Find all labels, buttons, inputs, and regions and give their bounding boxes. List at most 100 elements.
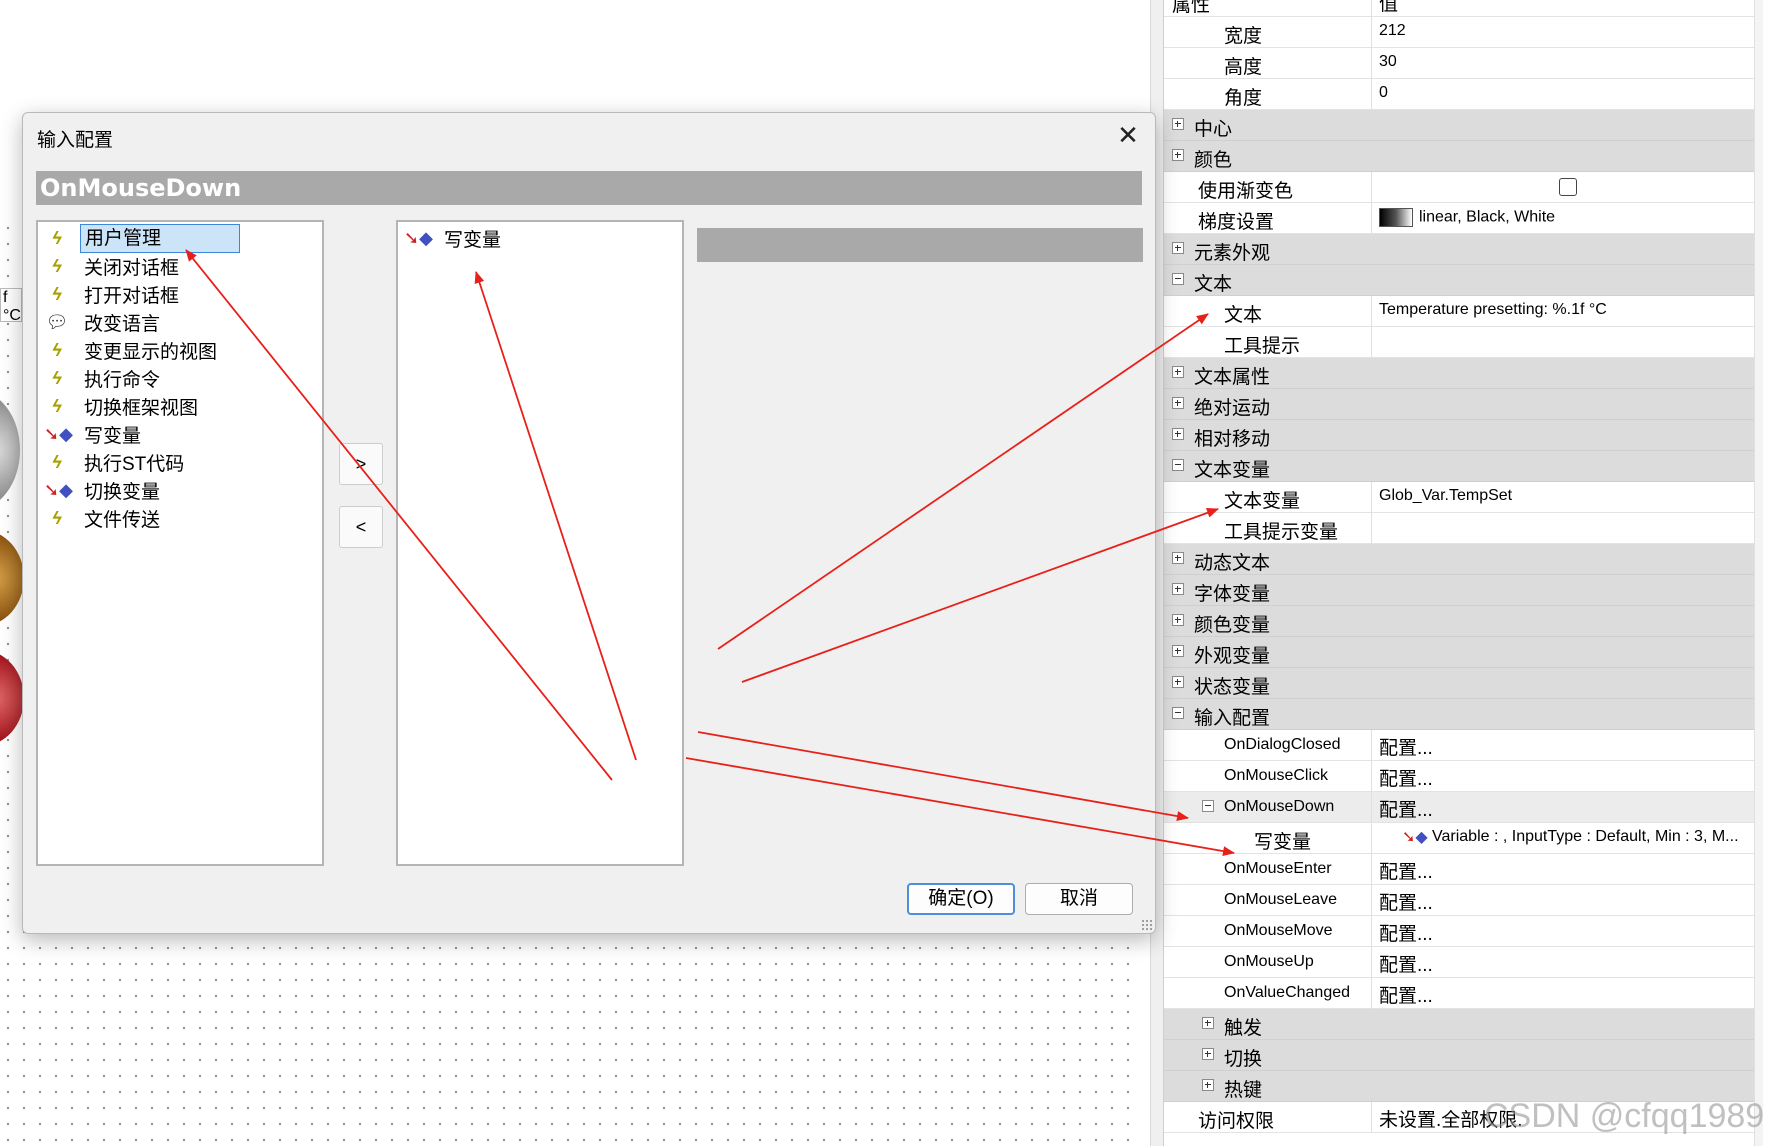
action-list-item[interactable]: ϟ 关闭对话框 (44, 252, 183, 281)
action-label: 写变量 (84, 426, 142, 447)
prop-value-write-var[interactable]: ➘◆ Variable : , InputType : Default, Min… (1371, 823, 1756, 854)
action-list-item[interactable]: 💬︎ 改变语言 (44, 308, 164, 337)
prop-row-write-var[interactable]: 写变量 ➘◆ Variable : , InputType : Default,… (1164, 823, 1756, 854)
prop-value-tooltip-var[interactable] (1371, 513, 1756, 544)
prop-row-width[interactable]: 宽度 212 (1164, 17, 1756, 48)
prop-row-use-gradient[interactable]: 使用渐变色 (1164, 172, 1756, 203)
configure-link[interactable]: 配置... (1371, 761, 1756, 792)
configure-link[interactable]: 配置... (1371, 916, 1756, 947)
prop-group-rel-move[interactable]: 相对移动 (1164, 420, 1756, 451)
configured-actions-list[interactable]: ➘◆ 写变量 (396, 220, 684, 866)
close-icon[interactable]: ✕ (1107, 117, 1149, 155)
prop-row-on-mouse-click[interactable]: OnMouseClick 配置... (1164, 761, 1756, 792)
prop-value-text-var[interactable]: Glob_Var.TempSet (1371, 482, 1756, 513)
prop-group-color-vars[interactable]: 颜色变量 (1164, 606, 1756, 637)
prop-group-toggle[interactable]: 切换 (1164, 1040, 1756, 1071)
expand-icon[interactable] (1172, 366, 1184, 378)
prop-value-height[interactable]: 30 (1371, 48, 1756, 79)
prop-row-on-mouse-leave[interactable]: OnMouseLeave 配置... (1164, 885, 1756, 916)
collapse-icon[interactable] (1172, 273, 1184, 285)
action-list-item[interactable]: ϟ 文件传送 (44, 504, 164, 533)
collapse-icon[interactable] (1202, 800, 1214, 812)
action-list-item[interactable]: ➘◆ 写变量 (404, 224, 505, 253)
prop-row-on-mouse-up[interactable]: OnMouseUp 配置... (1164, 947, 1756, 978)
expand-icon[interactable] (1172, 583, 1184, 595)
expand-icon[interactable] (1172, 552, 1184, 564)
expand-icon[interactable] (1172, 118, 1184, 130)
prop-label: 宽度 (1224, 26, 1263, 47)
prop-group-label: 元素外观 (1194, 243, 1271, 264)
prop-value-angle[interactable]: 0 (1371, 79, 1756, 110)
configure-link[interactable]: 配置... (1371, 885, 1756, 916)
action-list-item[interactable]: ϟ 打开对话框 (44, 280, 183, 309)
prop-row-on-mouse-down[interactable]: OnMouseDown 配置... (1164, 792, 1756, 823)
expand-icon[interactable] (1172, 676, 1184, 688)
canvas-text-element[interactable]: f °C (0, 288, 22, 322)
ok-button[interactable]: 确定(O) (907, 883, 1015, 915)
action-list-item[interactable]: ϟ 变更显示的视图 (44, 336, 221, 365)
prop-group-text[interactable]: 文本 (1164, 265, 1756, 296)
collapse-icon[interactable] (1172, 707, 1184, 719)
prop-group-font-vars[interactable]: 字体变量 (1164, 575, 1756, 606)
prop-row-text-var[interactable]: 文本变量 Glob_Var.TempSet (1164, 482, 1756, 513)
prop-row-text[interactable]: 文本 Temperature presetting: %.1f °C (1164, 296, 1756, 327)
use-gradient-checkbox[interactable] (1559, 178, 1577, 196)
prop-row-tooltip-var[interactable]: 工具提示变量 (1164, 513, 1756, 544)
expand-icon[interactable] (1202, 1079, 1214, 1091)
prop-group-label: 中心 (1194, 119, 1233, 140)
expand-icon[interactable] (1172, 242, 1184, 254)
add-action-button[interactable]: > (339, 443, 383, 485)
prop-group-appearance[interactable]: 元素外观 (1164, 234, 1756, 265)
expand-icon[interactable] (1172, 614, 1184, 626)
prop-group-label: 切换 (1224, 1049, 1263, 1070)
resize-grip-icon[interactable] (1141, 919, 1153, 931)
prop-group-input-config[interactable]: 输入配置 (1164, 699, 1756, 730)
cancel-button[interactable]: 取消 (1025, 883, 1133, 915)
dialog-title: 输入配置 (37, 130, 114, 151)
prop-row-on-value-changed[interactable]: OnValueChanged 配置... (1164, 978, 1756, 1009)
expand-icon[interactable] (1172, 149, 1184, 161)
prop-label: 高度 (1224, 57, 1263, 78)
configure-link[interactable]: 配置... (1371, 730, 1756, 761)
prop-value-text[interactable]: Temperature presetting: %.1f °C (1371, 296, 1756, 327)
prop-value-tooltip[interactable] (1371, 327, 1756, 358)
action-list-item[interactable]: ➘◆ 写变量 (44, 420, 145, 449)
prop-value-gradient[interactable]: linear, Black, White (1371, 203, 1756, 234)
configure-link[interactable]: 配置... (1371, 854, 1756, 885)
prop-row-gradient[interactable]: 梯度设置 linear, Black, White (1164, 203, 1756, 234)
prop-group-text-vars[interactable]: 文本变量 (1164, 451, 1756, 482)
prop-group-center[interactable]: 中心 (1164, 110, 1756, 141)
collapse-icon[interactable] (1172, 459, 1184, 471)
prop-row-tooltip[interactable]: 工具提示 (1164, 327, 1756, 358)
configure-link[interactable]: 配置... (1371, 978, 1756, 1009)
prop-value-width[interactable]: 212 (1371, 17, 1756, 48)
action-list-item[interactable]: ➘◆ 切换变量 (44, 476, 164, 505)
prop-group-state-vars[interactable]: 状态变量 (1164, 668, 1756, 699)
prop-row-height[interactable]: 高度 30 (1164, 48, 1756, 79)
expand-icon[interactable] (1172, 428, 1184, 440)
prop-row-angle[interactable]: 角度 0 (1164, 79, 1756, 110)
expand-icon[interactable] (1172, 645, 1184, 657)
prop-group-abs-move[interactable]: 绝对运动 (1164, 389, 1756, 420)
prop-group-text-props[interactable]: 文本属性 (1164, 358, 1756, 389)
property-scrollbar[interactable] (1754, 0, 1763, 1146)
expand-icon[interactable] (1202, 1048, 1214, 1060)
action-list-item[interactable]: ϟ 执行ST代码 (44, 448, 188, 477)
prop-group-colors[interactable]: 颜色 (1164, 141, 1756, 172)
expand-icon[interactable] (1172, 397, 1184, 409)
action-list-item[interactable]: ϟ 用户管理 (44, 224, 240, 253)
event-name-banner: OnMouseDown (36, 171, 1142, 205)
remove-action-button[interactable]: < (339, 506, 383, 548)
prop-group-dyn-text[interactable]: 动态文本 (1164, 544, 1756, 575)
action-list-item[interactable]: ϟ 切换框架视图 (44, 392, 202, 421)
prop-group-trigger[interactable]: 触发 (1164, 1009, 1756, 1040)
prop-row-on-dialog-closed[interactable]: OnDialogClosed 配置... (1164, 730, 1756, 761)
prop-row-on-mouse-move[interactable]: OnMouseMove 配置... (1164, 916, 1756, 947)
prop-group-look-vars[interactable]: 外观变量 (1164, 637, 1756, 668)
prop-row-on-mouse-enter[interactable]: OnMouseEnter 配置... (1164, 854, 1756, 885)
available-actions-list[interactable]: ϟ 用户管理 ϟ 关闭对话框 ϟ 打开对话框 💬︎ 改变语言 ϟ 变更显示的视图 ϟ 执行命令 ϟ 切换框… (36, 220, 324, 866)
expand-icon[interactable] (1202, 1017, 1214, 1029)
configure-link[interactable]: 配置... (1371, 947, 1756, 978)
configure-link[interactable]: 配置... (1371, 792, 1756, 823)
action-list-item[interactable]: ϟ 执行命令 (44, 364, 164, 393)
